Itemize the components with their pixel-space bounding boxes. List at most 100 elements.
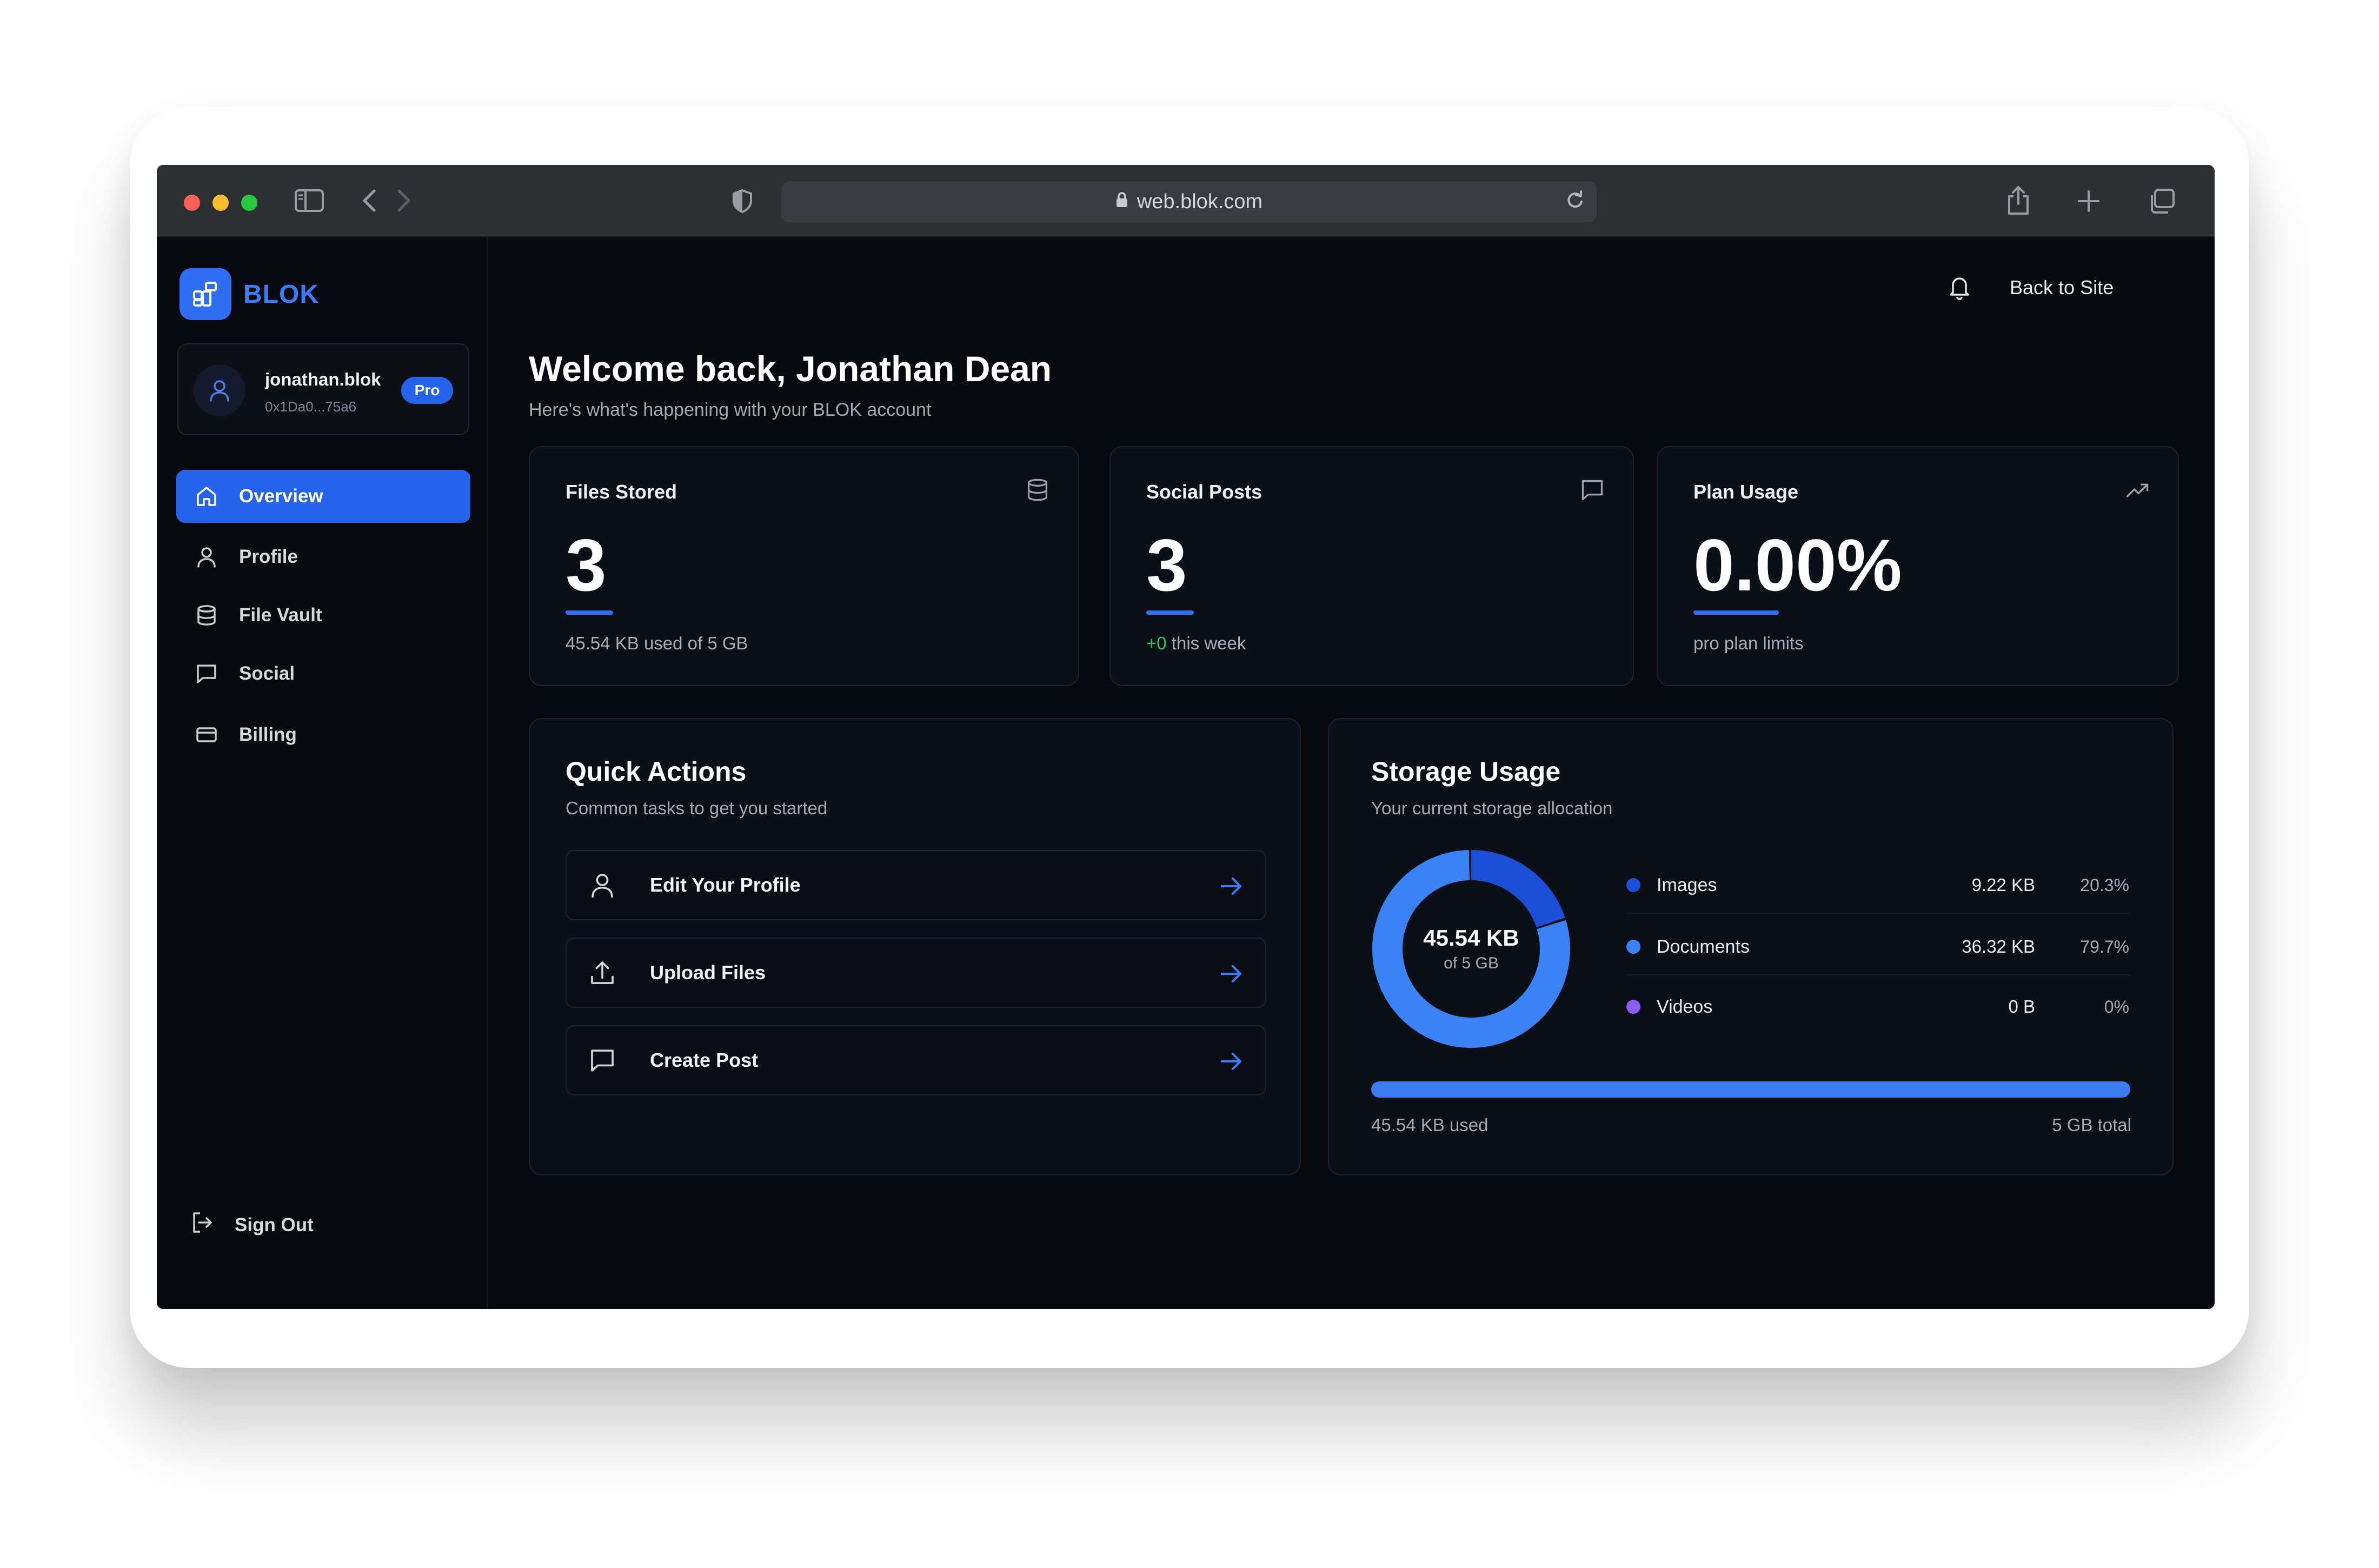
stat-underline xyxy=(1693,610,1779,615)
stat-value: 0.00% xyxy=(1693,524,1902,606)
back-arrow-icon[interactable] xyxy=(361,189,377,212)
user-handle: jonathan.blok xyxy=(265,369,381,389)
page-title: Welcome back, Jonathan Dean xyxy=(529,349,1052,389)
database-icon xyxy=(1025,477,1050,505)
stat-underline xyxy=(1146,610,1194,615)
weekly-delta: +0 xyxy=(1146,633,1167,653)
sidebar-item-profile[interactable]: Profile xyxy=(176,530,470,583)
sidebar: BLOK jonathan.blok 0x1Da0...75a6 Pro Ove… xyxy=(157,237,488,1309)
upload-files-action[interactable]: Upload Files xyxy=(566,938,1266,1008)
legend-percent: 20.3% xyxy=(2080,875,2129,895)
browser-toolbar: web.blok.com xyxy=(157,165,2215,237)
address-bar[interactable]: web.blok.com xyxy=(781,181,1597,222)
legend-percent: 79.7% xyxy=(2080,936,2129,956)
legend-size: 36.32 KB xyxy=(1962,936,2035,956)
stat-value: 3 xyxy=(1146,524,1187,606)
sidebar-toggle-icon[interactable] xyxy=(295,189,324,212)
legend-row-documents: Documents 36.32 KB 79.7% xyxy=(1626,919,2129,975)
legend-name: Documents xyxy=(1657,936,1750,957)
panel-subtitle: Your current storage allocation xyxy=(1371,798,1613,818)
storage-donut-chart: 45.54 KB of 5 GB xyxy=(1371,849,1571,1049)
arrow-right-icon xyxy=(1219,1049,1244,1077)
quick-actions-panel: Quick Actions Common tasks to get you st… xyxy=(529,718,1301,1175)
legend-size: 0 B xyxy=(2008,996,2035,1016)
files-stored-card[interactable]: Files Stored 3 45.54 KB used of 5 GB xyxy=(529,446,1079,686)
sidebar-item-label: File Vault xyxy=(239,604,322,626)
share-icon[interactable] xyxy=(2006,185,2031,216)
stat-title: Social Posts xyxy=(1146,481,1262,503)
stat-footnote: 45.54 KB used of 5 GB xyxy=(566,633,748,653)
legend-dot xyxy=(1626,1000,1640,1014)
maximize-window-button[interactable] xyxy=(241,195,257,211)
edit-profile-action[interactable]: Edit Your Profile xyxy=(566,850,1266,920)
stat-title: Files Stored xyxy=(566,481,677,503)
shield-icon[interactable] xyxy=(732,189,753,214)
sign-out-label: Sign Out xyxy=(235,1214,314,1235)
plan-badge: Pro xyxy=(401,377,453,404)
reload-icon[interactable] xyxy=(1564,190,1586,217)
database-icon xyxy=(190,604,223,627)
storage-used-label: 45.54 KB used xyxy=(1371,1115,1488,1135)
upload-icon xyxy=(581,959,624,986)
user-account-card[interactable]: jonathan.blok 0x1Da0...75a6 Pro xyxy=(177,343,469,435)
sidebar-item-overview[interactable]: Overview xyxy=(176,470,470,523)
logo-mark-icon xyxy=(180,268,231,320)
legend-name: Videos xyxy=(1657,996,1713,1017)
sidebar-item-social[interactable]: Social xyxy=(176,647,470,700)
tab-overview-icon[interactable] xyxy=(2149,189,2175,214)
wallet-address: 0x1Da0...75a6 xyxy=(265,398,357,415)
browser-window: web.blok.com BLOK jonathan.blok 0x1Da0..… xyxy=(157,165,2215,1309)
lock-icon xyxy=(1115,190,1128,214)
main-content: Back to Site Welcome back, Jonathan Dean… xyxy=(488,237,2215,1309)
action-label: Edit Your Profile xyxy=(650,874,801,896)
panel-subtitle: Common tasks to get you started xyxy=(566,798,828,818)
stat-underline xyxy=(566,610,613,615)
panel-title: Quick Actions xyxy=(566,756,747,787)
legend-row-images: Images 9.22 KB 20.3% xyxy=(1626,858,2129,914)
brand-name: BLOK xyxy=(243,280,319,309)
message-icon xyxy=(190,662,223,685)
legend-row-videos: Videos 0 B 0% xyxy=(1626,979,2129,1035)
home-icon xyxy=(190,485,223,508)
sidebar-item-label: Profile xyxy=(239,546,298,567)
legend-dot xyxy=(1626,878,1640,892)
sidebar-item-label: Overview xyxy=(239,486,323,507)
action-label: Create Post xyxy=(650,1049,759,1071)
close-window-button[interactable] xyxy=(184,195,200,211)
back-to-site-link[interactable]: Back to Site xyxy=(2010,276,2114,299)
create-post-action[interactable]: Create Post xyxy=(566,1025,1266,1095)
legend-percent: 0% xyxy=(2104,996,2129,1016)
plan-usage-card[interactable]: Plan Usage 0.00% pro plan limits xyxy=(1657,446,2179,686)
action-label: Upload Files xyxy=(650,961,766,984)
stat-value: 3 xyxy=(566,524,607,606)
sign-out-button[interactable]: Sign Out xyxy=(190,1211,314,1239)
message-icon xyxy=(581,1047,624,1074)
brand-logo[interactable]: BLOK xyxy=(180,268,319,320)
panel-title: Storage Usage xyxy=(1371,756,1561,787)
sidebar-item-label: Billing xyxy=(239,724,297,745)
stat-title: Plan Usage xyxy=(1693,481,1799,503)
legend-size: 9.22 KB xyxy=(1971,875,2035,895)
storage-usage-panel: Storage Usage Your current storage alloc… xyxy=(1328,718,2174,1175)
storage-total-label: 5 GB total xyxy=(2052,1115,2131,1135)
new-tab-icon[interactable] xyxy=(2077,190,2100,212)
sign-out-icon xyxy=(190,1211,214,1239)
sidebar-item-billing[interactable]: Billing xyxy=(176,708,470,761)
forward-arrow-icon[interactable] xyxy=(396,189,412,212)
social-posts-card[interactable]: Social Posts 3 +0 this week xyxy=(1109,446,1634,686)
user-icon xyxy=(210,380,229,402)
storage-progress-fill xyxy=(1371,1081,2130,1098)
bell-icon[interactable] xyxy=(1948,274,1971,303)
legend-name: Images xyxy=(1657,874,1717,895)
arrow-right-icon xyxy=(1219,961,1244,989)
user-icon xyxy=(581,872,624,899)
sidebar-item-file-vault[interactable]: File Vault xyxy=(176,589,470,642)
minimize-window-button[interactable] xyxy=(212,195,229,211)
stat-footnote: pro plan limits xyxy=(1693,633,1804,653)
stat-footnote: +0 this week xyxy=(1146,633,1246,654)
weekly-delta-suffix: this week xyxy=(1166,633,1246,653)
sidebar-item-label: Social xyxy=(239,663,295,684)
url-text: web.blok.com xyxy=(1137,190,1263,213)
donut-total-value: 45.54 KB xyxy=(1423,925,1519,951)
trending-up-icon xyxy=(2125,477,2150,505)
